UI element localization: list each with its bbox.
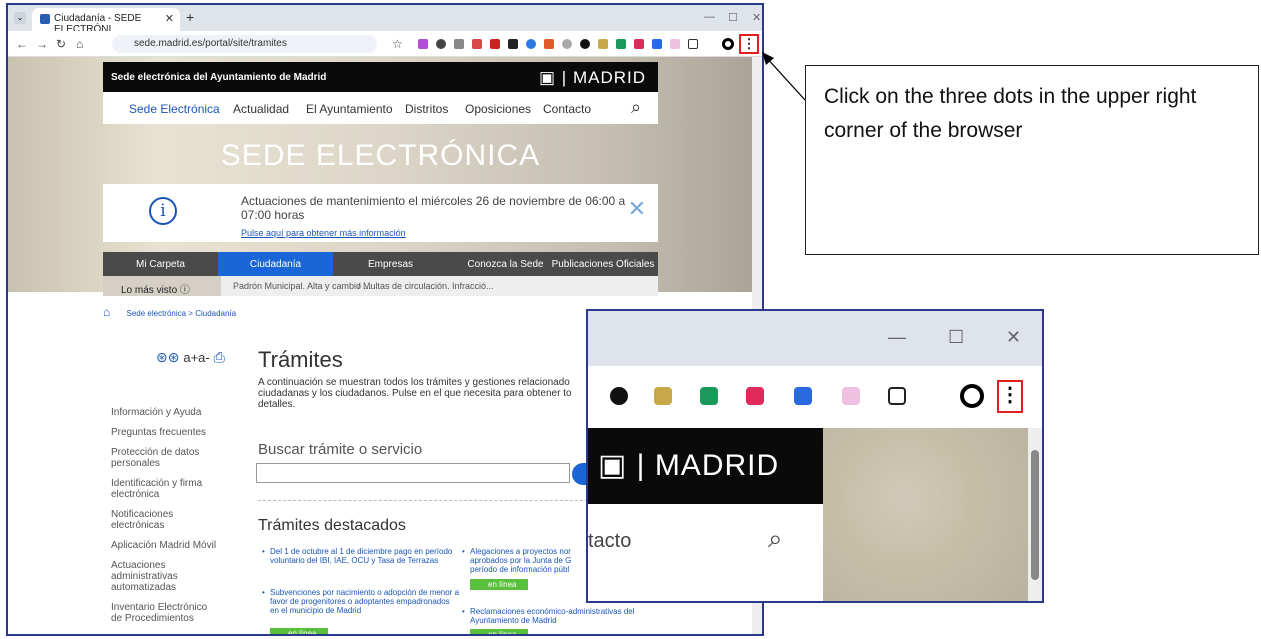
arrow-line (764, 55, 806, 101)
arrow-annotation (762, 52, 806, 101)
